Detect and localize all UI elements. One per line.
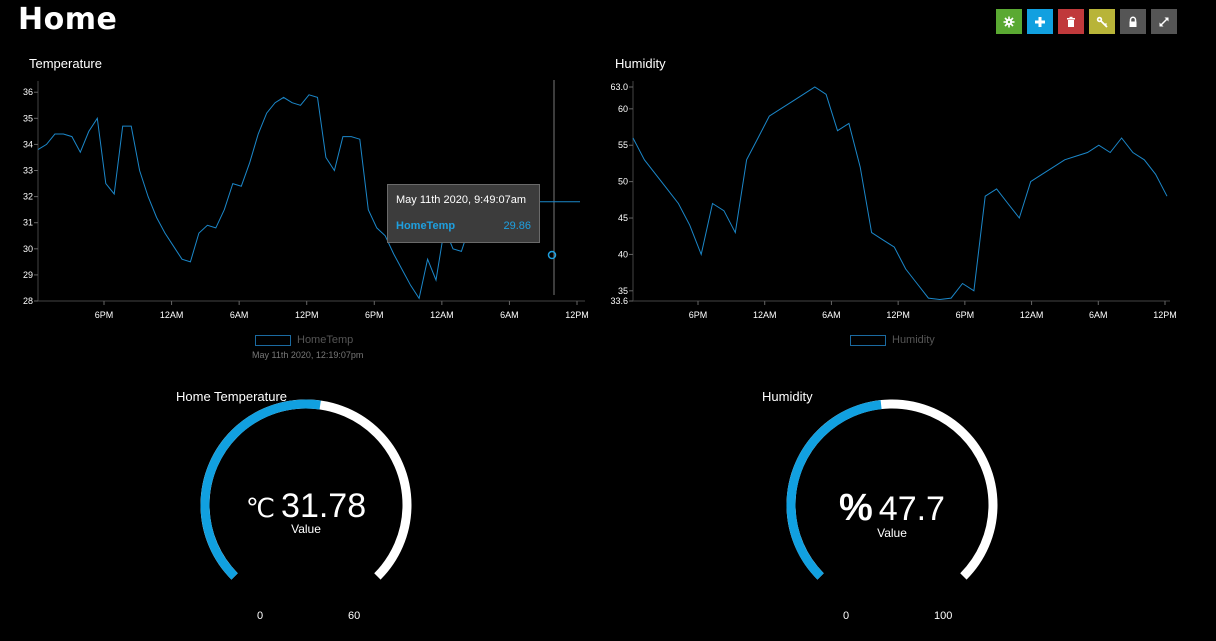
legend-swatch — [850, 334, 886, 346]
y-tick-label: 32 — [23, 192, 33, 202]
gear-icon — [1003, 16, 1015, 27]
plus-icon — [1035, 16, 1045, 27]
y-tick-label: 36 — [23, 87, 33, 97]
gauge-min: 0 — [257, 610, 264, 622]
add-button[interactable] — [1027, 9, 1053, 34]
delete-button[interactable] — [1058, 9, 1084, 34]
humidity-legend[interactable]: Humidity — [850, 334, 935, 346]
y-tick-label: 40 — [618, 249, 628, 259]
gauge-value: 31.78 — [281, 487, 367, 525]
x-tick-label: 12AM — [160, 310, 184, 320]
temperature-gauge-readout: ℃ 31.78 Value — [226, 487, 386, 536]
y-tick-label: 35 — [618, 286, 628, 296]
key-icon — [1096, 16, 1108, 28]
last-updated: May 11th 2020, 12:19:07pm — [252, 350, 364, 360]
chart-tooltip: May 11th 2020, 9:49:07am HomeTemp 29.86 — [387, 184, 540, 243]
lock-button[interactable] — [1120, 9, 1146, 34]
y-tick-label: 33 — [23, 166, 33, 176]
tooltip-value: 29.86 — [503, 220, 531, 232]
tooltip-series: HomeTemp — [396, 220, 456, 232]
x-tick-label: 6PM — [689, 310, 708, 320]
y-tick-label: 30 — [23, 244, 33, 254]
humidity-chart-title: Humidity — [615, 56, 666, 71]
gauge-max: 100 — [934, 610, 953, 622]
page-title: Home — [18, 2, 118, 37]
x-tick-label: 6PM — [956, 310, 975, 320]
x-tick-label: 12AM — [753, 310, 777, 320]
y-tick-label: 33.6 — [610, 296, 628, 306]
x-tick-label: 12PM — [1153, 310, 1177, 320]
gauge-unit: ℃ — [245, 493, 276, 523]
y-tick-label: 31 — [23, 218, 33, 228]
lock-icon — [1129, 16, 1137, 27]
toolbar — [996, 9, 1177, 34]
gauge-min: 0 — [843, 610, 850, 622]
legend-swatch — [255, 334, 291, 346]
legend-label: HomeTemp — [297, 334, 354, 346]
gauge-unit: % — [839, 487, 873, 529]
y-tick-label: 28 — [23, 296, 33, 306]
x-tick-label: 12PM — [565, 310, 589, 320]
settings-button[interactable] — [996, 9, 1022, 34]
y-tick-label: 35 — [23, 113, 33, 123]
y-tick-label: 55 — [618, 140, 628, 150]
x-tick-label: 6AM — [822, 310, 841, 320]
y-tick-label: 50 — [618, 177, 628, 187]
x-tick-label: 6AM — [500, 310, 519, 320]
x-tick-label: 6PM — [365, 310, 384, 320]
y-tick-label: 29 — [23, 270, 33, 280]
temperature-chart-title: Temperature — [29, 56, 102, 71]
y-tick-label: 63.0 — [610, 82, 628, 92]
tooltip-time: May 11th 2020, 9:49:07am — [396, 194, 527, 206]
gauge-label: Value — [877, 526, 907, 540]
x-tick-label: 6AM — [230, 310, 249, 320]
humidity-gauge-readout: % 47.7 Value — [812, 487, 972, 540]
y-tick-label: 45 — [618, 213, 628, 223]
y-tick-label: 60 — [618, 104, 628, 114]
x-tick-label: 12PM — [886, 310, 910, 320]
y-tick-label: 34 — [23, 139, 33, 149]
gauge-value: 47.7 — [878, 490, 945, 528]
temperature-legend[interactable]: HomeTemp — [255, 334, 353, 346]
fullscreen-button[interactable] — [1151, 9, 1177, 34]
x-tick-label: 12AM — [1020, 310, 1044, 320]
x-tick-label: 6AM — [1089, 310, 1108, 320]
x-tick-label: 12PM — [295, 310, 319, 320]
legend-label: Humidity — [892, 334, 935, 346]
humidity-axes: 33.635 40 45 50 55 60 63.0 6PM 12AM 6AM 12PM 6PM 12A… — [610, 81, 1177, 320]
x-tick-label: 12AM — [430, 310, 454, 320]
humidity-chart[interactable]: 33.635 40 45 50 55 60 63.0 6PM 12AM 6AM 12PM 6PM 12A… — [600, 70, 1200, 330]
x-tick-label: 6PM — [95, 310, 114, 320]
gauge-max: 60 — [348, 610, 361, 622]
expand-icon — [1159, 16, 1169, 27]
trash-icon — [1067, 16, 1075, 27]
humidity-series-line — [632, 86, 1168, 301]
key-button[interactable] — [1089, 9, 1115, 34]
